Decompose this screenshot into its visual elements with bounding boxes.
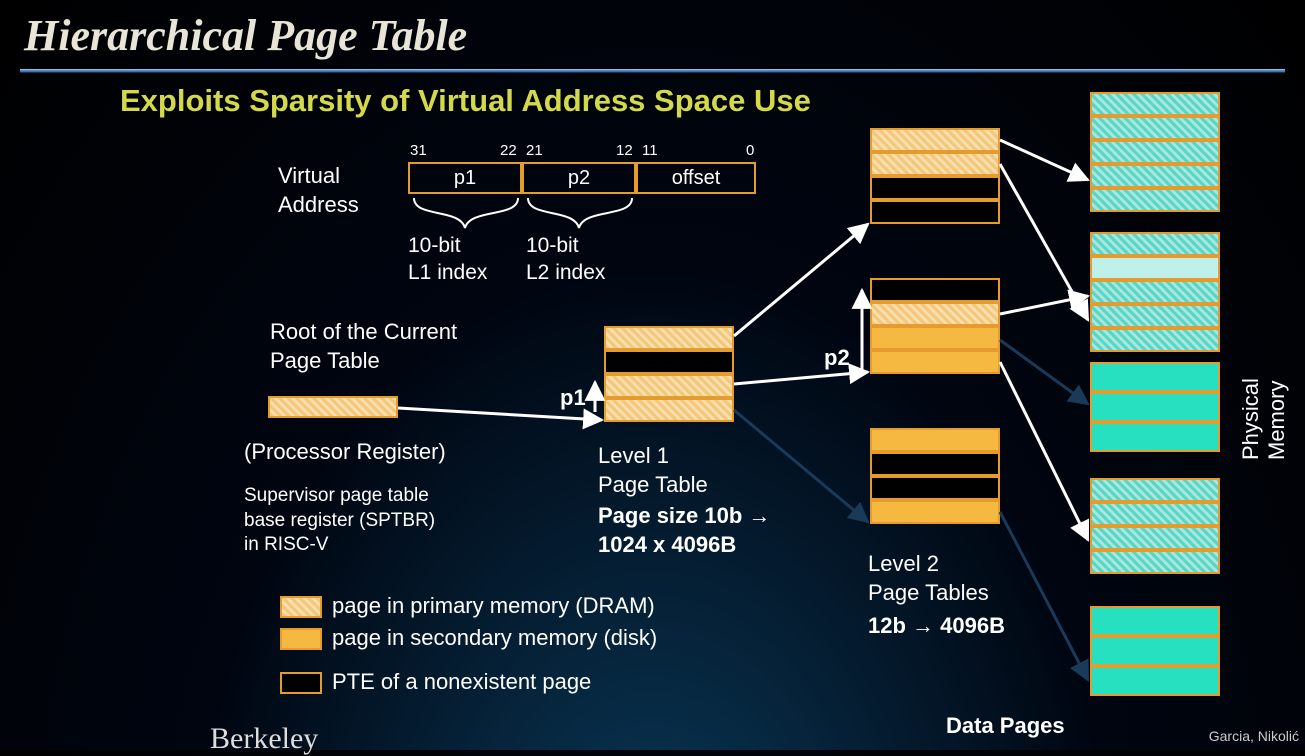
legend-dram-swatch (280, 596, 322, 618)
l1-row-3 (604, 398, 734, 422)
dp3-r0 (1090, 362, 1220, 392)
va-field-offset: offset (636, 162, 756, 194)
l2a-row-0 (870, 128, 1000, 152)
data-pages-label: Data Pages (946, 712, 1065, 741)
dp5-r2 (1090, 666, 1220, 696)
l1-size: Page size 10b → 1024 x 4096B (598, 502, 770, 559)
dp3-r2 (1090, 422, 1220, 452)
l1-label: Level 1 Page Table (598, 442, 708, 499)
root-register-box (268, 396, 398, 418)
l2b-row-3 (870, 350, 1000, 374)
legend-disk: page in secondary memory (disk) (280, 624, 657, 653)
dp2-r1 (1090, 256, 1220, 280)
dp1-r1 (1090, 116, 1220, 140)
p2-label: p2 (824, 344, 850, 373)
dp2-r2 (1090, 280, 1220, 304)
l2c-row-2 (870, 476, 1000, 500)
dp1-r3 (1090, 164, 1220, 188)
dp2-r0 (1090, 232, 1220, 256)
root-label: Root of the Current Page Table (270, 318, 457, 375)
bit-21: 21 (526, 142, 543, 159)
l2c-row-1 (870, 452, 1000, 476)
dp4-r1 (1090, 502, 1220, 526)
dp1-r0 (1090, 92, 1220, 116)
dp3-r1 (1090, 392, 1220, 422)
legend-none-swatch (280, 672, 322, 694)
legend-none: PTE of a nonexistent page (280, 668, 591, 697)
l2-size: 12b → 4096B (868, 612, 1005, 641)
l2c-row-3 (870, 500, 1000, 524)
l2-label: Level 2 Page Tables (868, 550, 989, 607)
va-field-p1: p1 (408, 162, 522, 194)
va-field-p2: p2 (522, 162, 636, 194)
dp4-r3 (1090, 550, 1220, 574)
l1-index-label: 10-bit L1 index (408, 232, 487, 287)
legend-disk-text: page in secondary memory (disk) (332, 625, 657, 650)
legend-dram-text: page in primary memory (DRAM) (332, 593, 655, 618)
virtual-address-label: Virtual Address (278, 162, 359, 219)
dp4-r2 (1090, 526, 1220, 550)
l2-index-label: 10-bit L2 index (526, 232, 605, 287)
dp5-r0 (1090, 606, 1220, 636)
bit-0: 0 (746, 142, 754, 159)
bit-11: 11 (642, 142, 658, 159)
bit-22: 22 (500, 142, 517, 159)
l1-row-0 (604, 326, 734, 350)
dp5-r1 (1090, 636, 1220, 666)
l2a-row-2 (870, 176, 1000, 200)
l1-row-2 (604, 374, 734, 398)
legend-disk-swatch (280, 628, 322, 650)
dp1-r2 (1090, 140, 1220, 164)
berkeley-watermark: Berkeley (210, 722, 318, 756)
l1-row-1 (604, 350, 734, 374)
dp2-r3 (1090, 304, 1220, 328)
processor-register-label: (Processor Register) (244, 438, 446, 467)
l2b-row-1 (870, 302, 1000, 326)
l2b-row-2 (870, 326, 1000, 350)
l2a-row-1 (870, 152, 1000, 176)
dp4-r0 (1090, 478, 1220, 502)
physical-memory-label: Physical Memory (1238, 378, 1290, 460)
sptbr-label: Supervisor page table base register (SPT… (244, 484, 435, 558)
bit-31: 31 (410, 142, 427, 159)
dp1-r4 (1090, 188, 1220, 212)
l2b-row-0 (870, 278, 1000, 302)
credit-label: Garcia, Nikolić (1209, 728, 1299, 744)
dp2-r4 (1090, 328, 1220, 352)
bit-12: 12 (616, 142, 633, 159)
diagram-stage: Virtual Address 31 22 21 12 11 0 p1 p2 o… (0, 0, 1305, 750)
l2c-row-0 (870, 428, 1000, 452)
p1-label: p1 (560, 384, 586, 413)
l2a-row-3 (870, 200, 1000, 224)
legend-none-text: PTE of a nonexistent page (332, 669, 591, 694)
legend-dram: page in primary memory (DRAM) (280, 592, 655, 621)
